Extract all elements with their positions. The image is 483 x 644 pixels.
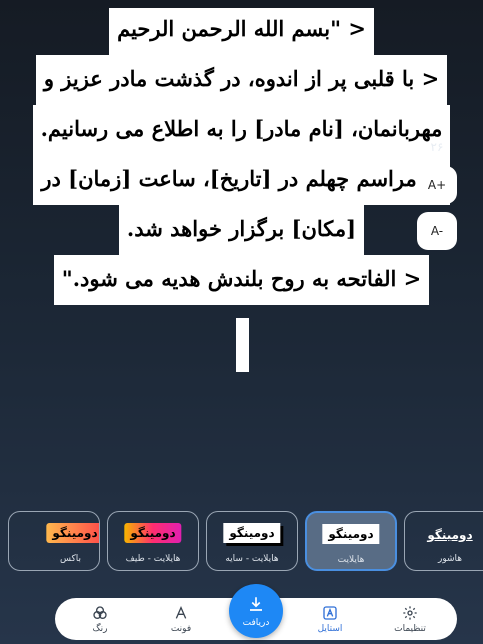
style-preview: دومینگو <box>322 524 380 544</box>
download-label: دریافت <box>242 617 270 628</box>
style-preview: دومینگو <box>124 523 182 543</box>
text-line: مهربانمان، [نام مادر] را به اطلاع می رسا… <box>32 105 451 155</box>
style-card-highlight-gradient[interactable]: دومینگو هایلایت - طیف <box>107 511 199 571</box>
style-preview: دومینگو <box>427 528 473 542</box>
style-card-hashur[interactable]: دومینگو هاشور <box>404 511 483 571</box>
text-line: < مراسم چهلم در [تاریخ]، ساعت [زمان] در <box>33 155 450 205</box>
nav-style-label: استایل <box>317 624 343 634</box>
nav-color-label: رنگ <box>92 624 108 634</box>
style-preview: دومینگو <box>223 523 281 543</box>
style-label: هایلایت - طیف <box>125 554 181 564</box>
style-preview: دومینگو <box>46 523 99 543</box>
style-label: هاشور <box>437 554 463 564</box>
nav-settings-label: تنظیمات <box>394 624 426 634</box>
style-card-box[interactable]: دومینگو باکس <box>8 511 100 571</box>
style-label: هایلایت <box>337 555 365 565</box>
nav-font-label: فونت <box>170 624 192 634</box>
nav-color[interactable]: رنگ <box>70 598 130 640</box>
nav-style[interactable]: استایل <box>300 598 360 640</box>
text-line: < "بسم الله الرحمن الرحیم <box>109 8 374 55</box>
style-card-highlight-shadow[interactable]: دومینگو هایلایت - سایه <box>206 511 298 571</box>
increase-size-button[interactable]: A+ <box>417 166 457 204</box>
gear-icon <box>401 604 419 622</box>
text-preview[interactable]: < "بسم الله الرحمن الرحیم < با قلبی پر ا… <box>0 8 483 305</box>
style-card-highlight[interactable]: دومینگو هایلایت <box>305 511 397 571</box>
style-icon <box>321 604 339 622</box>
download-button[interactable]: دریافت <box>229 584 283 638</box>
nav-font[interactable]: فونت <box>151 598 211 640</box>
text-line: [مکان] برگزار خواهد شد. <box>118 205 365 255</box>
style-label: باکس <box>59 554 81 564</box>
nav-settings[interactable]: تنظیمات <box>380 598 440 640</box>
text-line: < الفاتحه به روح بلندش هدیه می شود." <box>53 255 430 305</box>
font-size-value: ۲۶ <box>430 140 444 154</box>
text-line: < با قلبی پر از اندوه، در گذشت مادر عزیز… <box>35 55 448 105</box>
decrease-size-button[interactable]: A- <box>417 212 457 250</box>
text-cursor-bar <box>236 318 249 372</box>
color-icon <box>91 604 109 622</box>
download-icon <box>247 595 265 616</box>
style-label: هایلایت - سایه <box>225 554 279 564</box>
font-icon <box>172 604 190 622</box>
